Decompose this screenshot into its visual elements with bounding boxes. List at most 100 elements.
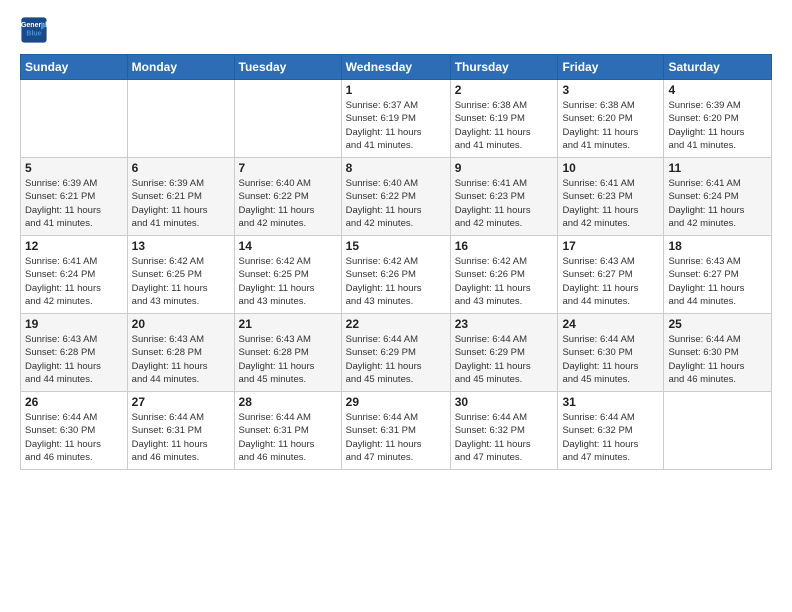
day-info: Sunrise: 6:44 AM Sunset: 6:30 PM Dayligh… [562, 333, 659, 386]
calendar-cell: 18Sunrise: 6:43 AM Sunset: 6:27 PM Dayli… [664, 236, 772, 314]
day-info: Sunrise: 6:42 AM Sunset: 6:25 PM Dayligh… [239, 255, 337, 308]
day-info: Sunrise: 6:44 AM Sunset: 6:32 PM Dayligh… [562, 411, 659, 464]
day-number: 8 [346, 161, 446, 175]
calendar-cell: 6 Sunrise: 6:39 AM Sunset: 6:21 PM Daylig… [127, 158, 234, 236]
day-header-saturday: Saturday [664, 55, 772, 80]
header: General Blue [20, 16, 772, 44]
calendar-cell [664, 392, 772, 470]
day-info: Sunrise: 6:42 AM Sunset: 6:26 PM Dayligh… [455, 255, 554, 308]
logo: General Blue [20, 16, 52, 44]
calendar-cell: 19 Sunrise: 6:43 AM Sunset: 6:28 PM Dayli… [21, 314, 128, 392]
day-info: Sunrise: 6:37 AM Sunset: 6:19 PM Dayligh… [346, 99, 446, 152]
calendar-cell: 14 Sunrise: 6:42 AM Sunset: 6:25 PM Dayli… [234, 236, 341, 314]
calendar-cell: 21 Sunrise: 6:43 AM Sunset: 6:28 PM Dayli… [234, 314, 341, 392]
day-number: 22 [346, 317, 446, 331]
day-info: Sunrise: 6:39 AM Sunset: 6:20 PM Dayligh… [668, 99, 767, 152]
day-number: 19 [25, 317, 123, 331]
calendar-header-row: SundayMondayTuesdayWednesdayThursdayFrid… [21, 55, 772, 80]
day-info: Sunrise: 6:41 AM Sunset: 6:24 PM Dayligh… [668, 177, 767, 230]
day-number: 16 [455, 239, 554, 253]
day-info: Sunrise: 6:44 AM Sunset: 6:31 PM Dayligh… [132, 411, 230, 464]
calendar-cell: 28Sunrise: 6:44 AM Sunset: 6:31 PM Dayli… [234, 392, 341, 470]
calendar-cell: 31 Sunrise: 6:44 AM Sunset: 6:32 PM Dayli… [558, 392, 664, 470]
day-header-friday: Friday [558, 55, 664, 80]
day-info: Sunrise: 6:43 AM Sunset: 6:28 PM Dayligh… [132, 333, 230, 386]
calendar-cell [234, 80, 341, 158]
day-number: 6 [132, 161, 230, 175]
day-info: Sunrise: 6:39 AM Sunset: 6:21 PM Dayligh… [25, 177, 123, 230]
page: General Blue SundayMondayTuesdayWednesda… [0, 0, 792, 486]
calendar-cell [21, 80, 128, 158]
day-info: Sunrise: 6:38 AM Sunset: 6:20 PM Dayligh… [562, 99, 659, 152]
calendar-cell: 26Sunrise: 6:44 AM Sunset: 6:30 PM Dayli… [21, 392, 128, 470]
day-info: Sunrise: 6:44 AM Sunset: 6:30 PM Dayligh… [25, 411, 123, 464]
day-number: 27 [132, 395, 230, 409]
calendar-cell: 1 Sunrise: 6:37 AM Sunset: 6:19 PM Daylig… [341, 80, 450, 158]
calendar-cell: 12 Sunrise: 6:41 AM Sunset: 6:24 PM Dayli… [21, 236, 128, 314]
day-number: 24 [562, 317, 659, 331]
day-info: Sunrise: 6:43 AM Sunset: 6:27 PM Dayligh… [562, 255, 659, 308]
day-number: 14 [239, 239, 337, 253]
day-number: 18 [668, 239, 767, 253]
day-number: 17 [562, 239, 659, 253]
day-header-tuesday: Tuesday [234, 55, 341, 80]
calendar-cell: 5 Sunrise: 6:39 AM Sunset: 6:21 PM Daylig… [21, 158, 128, 236]
day-number: 5 [25, 161, 123, 175]
calendar-cell: 29 Sunrise: 6:44 AM Sunset: 6:31 PM Dayli… [341, 392, 450, 470]
week-row-5: 26Sunrise: 6:44 AM Sunset: 6:30 PM Dayli… [21, 392, 772, 470]
day-number: 15 [346, 239, 446, 253]
week-row-4: 19 Sunrise: 6:43 AM Sunset: 6:28 PM Dayli… [21, 314, 772, 392]
day-info: Sunrise: 6:43 AM Sunset: 6:28 PM Dayligh… [239, 333, 337, 386]
day-number: 11 [668, 161, 767, 175]
day-info: Sunrise: 6:43 AM Sunset: 6:28 PM Dayligh… [25, 333, 123, 386]
day-number: 31 [562, 395, 659, 409]
day-info: Sunrise: 6:44 AM Sunset: 6:29 PM Dayligh… [346, 333, 446, 386]
day-info: Sunrise: 6:44 AM Sunset: 6:31 PM Dayligh… [346, 411, 446, 464]
day-info: Sunrise: 6:39 AM Sunset: 6:21 PM Dayligh… [132, 177, 230, 230]
day-number: 20 [132, 317, 230, 331]
calendar-cell: 11 Sunrise: 6:41 AM Sunset: 6:24 PM Dayli… [664, 158, 772, 236]
calendar-cell: 27 Sunrise: 6:44 AM Sunset: 6:31 PM Dayli… [127, 392, 234, 470]
calendar-cell: 25Sunrise: 6:44 AM Sunset: 6:30 PM Dayli… [664, 314, 772, 392]
day-header-wednesday: Wednesday [341, 55, 450, 80]
calendar-cell: 8 Sunrise: 6:40 AM Sunset: 6:22 PM Daylig… [341, 158, 450, 236]
day-number: 10 [562, 161, 659, 175]
day-number: 1 [346, 83, 446, 97]
calendar-cell: 15 Sunrise: 6:42 AM Sunset: 6:26 PM Dayli… [341, 236, 450, 314]
day-header-monday: Monday [127, 55, 234, 80]
day-info: Sunrise: 6:40 AM Sunset: 6:22 PM Dayligh… [346, 177, 446, 230]
day-info: Sunrise: 6:41 AM Sunset: 6:23 PM Dayligh… [562, 177, 659, 230]
logo-icon: General Blue [20, 16, 48, 44]
calendar-cell: 24 Sunrise: 6:44 AM Sunset: 6:30 PM Dayli… [558, 314, 664, 392]
day-number: 4 [668, 83, 767, 97]
day-number: 13 [132, 239, 230, 253]
day-number: 2 [455, 83, 554, 97]
day-info: Sunrise: 6:44 AM Sunset: 6:32 PM Dayligh… [455, 411, 554, 464]
day-info: Sunrise: 6:44 AM Sunset: 6:29 PM Dayligh… [455, 333, 554, 386]
calendar-cell [127, 80, 234, 158]
day-info: Sunrise: 6:41 AM Sunset: 6:23 PM Dayligh… [455, 177, 554, 230]
svg-text:Blue: Blue [26, 31, 41, 38]
day-number: 29 [346, 395, 446, 409]
day-number: 7 [239, 161, 337, 175]
calendar-cell: 13Sunrise: 6:42 AM Sunset: 6:25 PM Dayli… [127, 236, 234, 314]
calendar-cell: 16 Sunrise: 6:42 AM Sunset: 6:26 PM Dayli… [450, 236, 558, 314]
week-row-3: 12 Sunrise: 6:41 AM Sunset: 6:24 PM Dayli… [21, 236, 772, 314]
day-number: 12 [25, 239, 123, 253]
calendar-cell: 10 Sunrise: 6:41 AM Sunset: 6:23 PM Dayli… [558, 158, 664, 236]
calendar-cell: 2Sunrise: 6:38 AM Sunset: 6:19 PM Daylig… [450, 80, 558, 158]
calendar-cell: 3 Sunrise: 6:38 AM Sunset: 6:20 PM Daylig… [558, 80, 664, 158]
day-number: 3 [562, 83, 659, 97]
day-header-sunday: Sunday [21, 55, 128, 80]
day-number: 21 [239, 317, 337, 331]
day-info: Sunrise: 6:42 AM Sunset: 6:26 PM Dayligh… [346, 255, 446, 308]
day-info: Sunrise: 6:44 AM Sunset: 6:30 PM Dayligh… [668, 333, 767, 386]
calendar-cell: 20 Sunrise: 6:43 AM Sunset: 6:28 PM Dayli… [127, 314, 234, 392]
calendar-cell: 17 Sunrise: 6:43 AM Sunset: 6:27 PM Dayli… [558, 236, 664, 314]
calendar-cell: 9Sunrise: 6:41 AM Sunset: 6:23 PM Daylig… [450, 158, 558, 236]
day-header-thursday: Thursday [450, 55, 558, 80]
day-number: 30 [455, 395, 554, 409]
day-info: Sunrise: 6:41 AM Sunset: 6:24 PM Dayligh… [25, 255, 123, 308]
week-row-1: 1 Sunrise: 6:37 AM Sunset: 6:19 PM Daylig… [21, 80, 772, 158]
calendar-cell: 23Sunrise: 6:44 AM Sunset: 6:29 PM Dayli… [450, 314, 558, 392]
